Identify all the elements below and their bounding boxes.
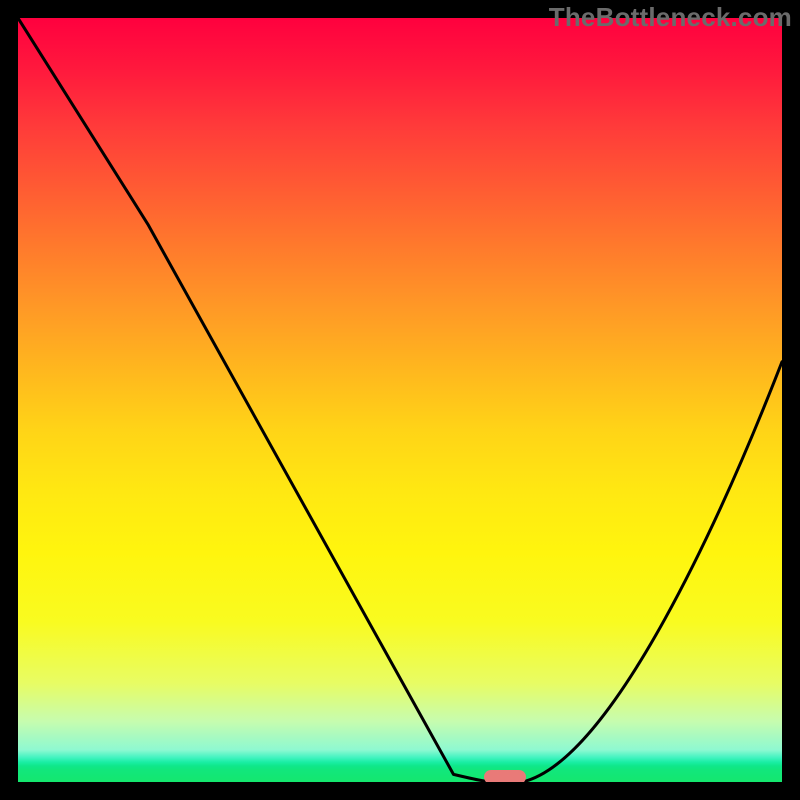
gradient-background (18, 18, 782, 782)
optimal-marker (484, 770, 526, 782)
chart-canvas: TheBottleneck.com (0, 0, 800, 800)
plot-area (18, 18, 782, 782)
watermark-text: TheBottleneck.com (549, 2, 792, 33)
